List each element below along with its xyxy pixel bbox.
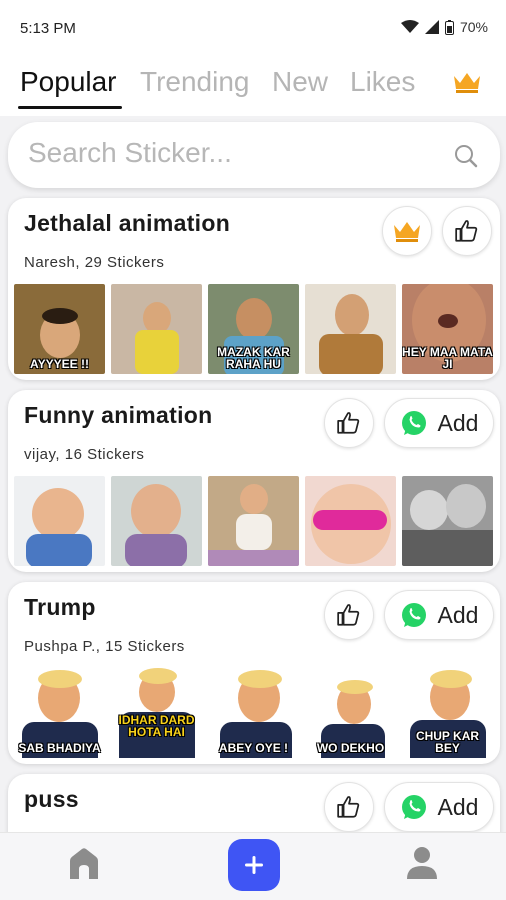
add-to-whatsapp-button[interactable]: Add	[384, 782, 494, 832]
pack-subtitle: vijay, 16 Stickers	[24, 446, 145, 463]
sticker-face	[240, 484, 268, 514]
sticker-thumbnail[interactable]	[14, 476, 105, 566]
premium-button[interactable]	[382, 206, 432, 256]
sticker-pack-card[interactable]: Trump Pushpa P., 15 Stickers Add SAB BHA…	[8, 582, 500, 764]
home-icon[interactable]	[66, 847, 102, 881]
search-icon[interactable]	[454, 144, 478, 168]
thumbs-up-icon	[337, 796, 360, 818]
status-time: 5:13 PM	[20, 20, 76, 37]
sticker-thumbnail[interactable]: IDHAR DARD HOTA HAI	[111, 668, 202, 758]
sticker-thumbnail[interactable]: ABEY OYE !	[208, 668, 299, 758]
add-to-whatsapp-button[interactable]: Add	[384, 398, 494, 448]
sticker-pack-card[interactable]: Jethalal animation Naresh, 29 Stickers A…	[8, 198, 500, 380]
bottom-navigation	[0, 832, 506, 900]
tab-trending[interactable]: Trending	[140, 66, 249, 98]
like-button[interactable]	[324, 398, 374, 448]
sticker-hair	[139, 668, 177, 684]
like-button[interactable]	[324, 782, 374, 832]
sticker-floor	[208, 550, 299, 566]
sticker-shirt	[135, 330, 179, 374]
sticker-caption: ABEY OYE !	[218, 741, 289, 755]
pack-title: puss	[24, 786, 79, 812]
search-bar[interactable]: Search Sticker...	[8, 122, 500, 188]
sticker-face	[131, 484, 181, 538]
pack-subtitle: Naresh, 29 Stickers	[24, 254, 165, 271]
plus-icon	[245, 856, 263, 874]
sticker-face	[236, 298, 272, 340]
status-icons: 70%	[400, 19, 488, 35]
sticker-thumbnail[interactable]: AYYYEE !!	[14, 284, 105, 374]
sticker-strip	[14, 476, 496, 568]
pack-title: Funny animation	[24, 402, 213, 428]
add-label: Add	[437, 409, 479, 436]
pack-title: Trump	[24, 594, 96, 620]
sticker-face	[32, 488, 84, 540]
sticker-caption: IDHAR DARD HOTA HAI	[118, 713, 195, 739]
pack-subtitle: Pushpa P., 15 Stickers	[24, 638, 185, 655]
sticker-hair	[38, 670, 82, 688]
create-pack-button[interactable]	[228, 839, 280, 891]
sticker-thumbnail[interactable]	[305, 284, 396, 374]
add-to-whatsapp-button[interactable]: Add	[384, 590, 494, 640]
battery-icon	[444, 19, 454, 35]
sticker-thumbnail[interactable]: HEY MAA MATA JI	[402, 284, 493, 374]
sticker-strip: SAB BHADIYA IDHAR DARD HOTA HAI ABEY OYE…	[14, 668, 496, 760]
whatsapp-icon	[401, 603, 426, 627]
whatsapp-icon	[401, 795, 426, 819]
sticker-thumbnail[interactable]	[208, 476, 299, 566]
sticker-shirt	[26, 534, 92, 566]
sticker-caption: AYYYEE !!	[30, 357, 89, 371]
sticker-thumbnail[interactable]	[111, 284, 202, 374]
pack-title: Jethalal animation	[24, 210, 231, 236]
sticker-thumbnail[interactable]	[111, 476, 202, 566]
sticker-thumbnail[interactable]: SAB BHADIYA	[14, 668, 105, 758]
sticker-face	[446, 484, 486, 528]
crown-icon	[394, 222, 420, 242]
sticker-hair	[337, 680, 373, 694]
sticker-shirt	[125, 534, 187, 566]
sticker-body	[236, 514, 272, 550]
sticker-sunglasses	[313, 510, 387, 530]
sticker-caption: SAB BHADIYA	[18, 741, 101, 755]
sticker-thumbnail[interactable]	[305, 476, 396, 566]
battery-level: 70%	[459, 19, 488, 35]
sticker-shirt	[319, 334, 383, 374]
sticker-thumbnail[interactable]: MAZAK KAR RAHA HU	[208, 284, 299, 374]
category-tabs: Popular Trending New Likes	[0, 56, 506, 116]
active-tab-indicator	[18, 106, 122, 109]
sticker-caption: MAZAK KAR RAHA HU	[217, 345, 290, 371]
sticker-caption: WO DEKHO	[316, 741, 385, 755]
wifi-icon	[400, 20, 419, 33]
sticker-hair	[430, 670, 472, 688]
sticker-face	[335, 294, 369, 336]
thumbs-up-icon	[337, 604, 360, 626]
sticker-thumbnail[interactable]: CHUP KAR BEY	[402, 668, 493, 758]
status-bar: 5:13 PM 70%	[0, 0, 506, 56]
whatsapp-icon	[401, 411, 426, 435]
sticker-thumbnail[interactable]: WO DEKHO	[305, 668, 396, 758]
crown-icon[interactable]	[452, 70, 482, 94]
sticker-caption: HEY MAA MATA JI	[402, 345, 493, 371]
sticker-mouth	[438, 314, 458, 328]
add-label: Add	[437, 601, 479, 628]
thumbs-up-icon	[337, 412, 360, 434]
tab-popular[interactable]: Popular	[20, 66, 117, 98]
sticker-pack-card[interactable]: Funny animation vijay, 16 Stickers Add	[8, 390, 500, 572]
search-input[interactable]: Search Sticker...	[28, 137, 232, 169]
thumbs-up-icon	[455, 220, 478, 242]
sticker-strip: AYYYEE !! MAZAK KAR RAHA HU HEY MAA MATA…	[14, 284, 496, 376]
sticker-hair	[238, 670, 282, 688]
sticker-face	[410, 490, 448, 530]
sticker-hair	[42, 308, 78, 324]
sticker-caption: CHUP KAR BEY	[415, 729, 480, 755]
person-icon[interactable]	[404, 845, 440, 881]
add-label: Add	[437, 793, 479, 820]
sticker-thumbnail[interactable]	[402, 476, 493, 566]
tab-likes[interactable]: Likes	[350, 66, 415, 98]
like-button[interactable]	[324, 590, 374, 640]
tab-new[interactable]: New	[272, 66, 328, 98]
signal-icon	[424, 20, 439, 34]
sticker-body	[402, 530, 493, 566]
like-button[interactable]	[442, 206, 492, 256]
